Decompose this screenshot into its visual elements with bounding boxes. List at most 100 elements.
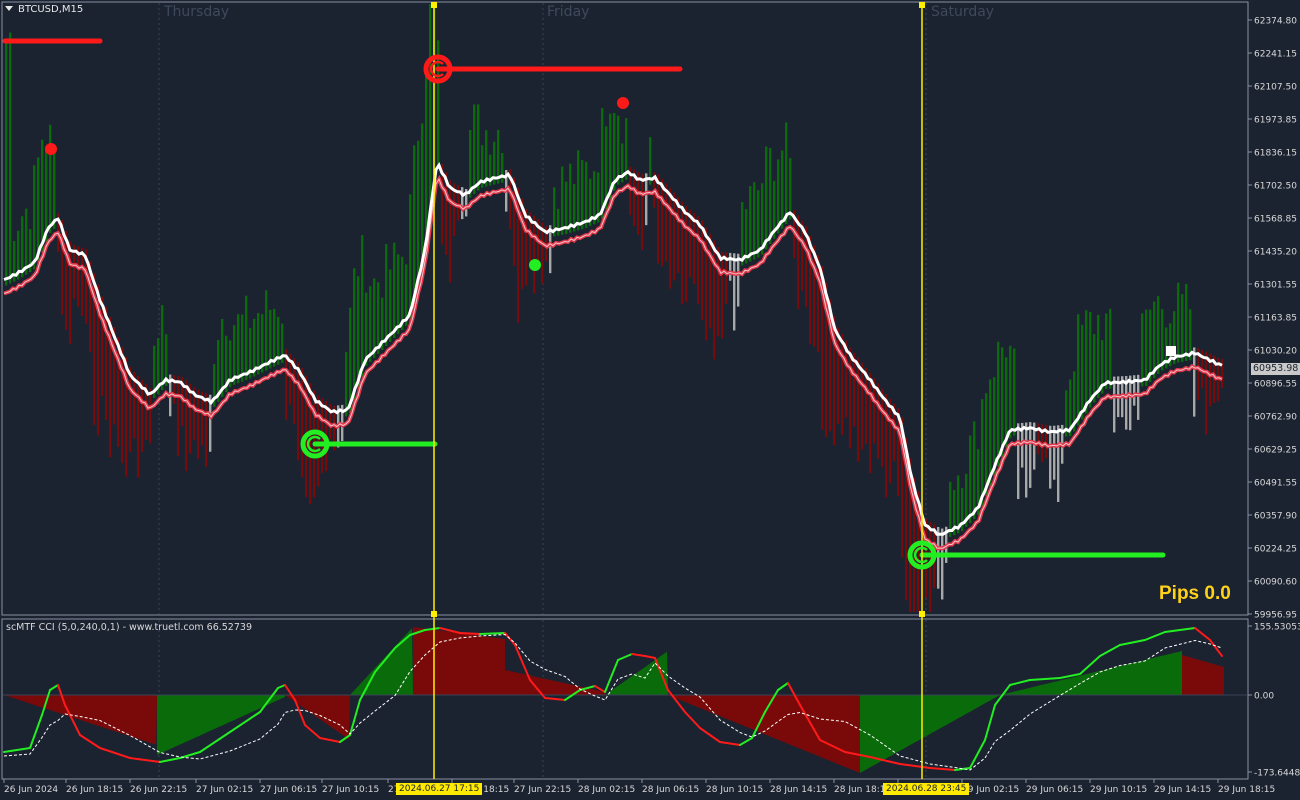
price-bar [205,393,208,467]
price-bar [1025,422,1028,498]
price-bar [533,215,536,294]
price-bar [1077,314,1080,426]
price-bar [985,393,988,497]
price-bar [1097,314,1100,399]
cci-histogram-segment [350,628,413,695]
price-bar [569,163,572,233]
price-tick-label: 60896.55 [1254,380,1297,390]
cci-fast-line [129,757,161,763]
time-tick-label: 29 Jun 18:15 [1218,785,1275,795]
vline-handle[interactable] [431,2,437,8]
price-bar [637,172,640,236]
cci-fast-line [49,684,59,691]
red-dot-marker-icon [45,143,57,155]
cci-fast-line [424,627,441,631]
cci-fast-line [304,724,321,739]
price-bar [765,146,768,250]
price-bar [601,108,604,219]
price-bar [1177,282,1180,363]
price-bar [797,215,800,309]
price-bar [685,206,688,303]
symbol-timeframe-label[interactable]: BTCUSD,M15 [18,4,83,15]
cci-fast-line [631,653,646,657]
price-bar [1141,313,1144,387]
price-bar [1181,294,1184,362]
price-bar [1185,283,1188,361]
price-bar [401,256,404,330]
time-tick-label: 26 Jun 22:15 [130,785,187,795]
price-bar [1157,296,1160,374]
price-bar [197,389,200,459]
price-bar [185,380,188,472]
cci-fast-line [1164,627,1196,633]
cci-histogram-segment [505,670,605,695]
price-bar [681,201,684,305]
price-tick-label: 61030.20 [1254,347,1297,357]
price-bar [221,318,224,397]
price-bar [1105,313,1108,389]
price-bar [473,104,476,195]
price-tick-label: 61568.85 [1254,215,1297,225]
price-bar [257,313,260,375]
price-bar [937,527,940,589]
vline-handle[interactable] [919,2,925,8]
dropdown-arrow-icon[interactable] [5,6,13,11]
time-axis: 26 Jun 2024 26 Jun 18:15 26 Jun 22:15 27 Ju… [3,779,1275,795]
cci-histogram-segment [1182,655,1224,695]
time-tick-label: 29 Jun 06:15 [1026,785,1083,795]
price-bar [1057,425,1060,503]
trading-chart[interactable]: 62374.80 62241.15 62107.50 61973.85 61836.15… [0,0,1300,800]
price-bar [697,216,700,305]
time-tick-label: 29 Jun 10:15 [1090,785,1147,795]
cci-fast-line [617,653,633,661]
day-separators [158,3,927,778]
price-tick-label: 60762.90 [1254,413,1297,423]
cci-fast-line [929,767,956,771]
cci-fast-line [544,697,566,701]
price-axis: 62374.80 62241.15 62107.50 61973.85 61836.15… [1248,17,1297,621]
price-bar [389,269,392,342]
time-tick-label: 28 Jun 02:15 [578,785,635,795]
price-bar [409,194,412,322]
price-tick-label: 60224.25 [1254,545,1297,555]
price-bar [525,209,528,286]
price-bar [1193,347,1196,417]
price-bar [141,380,144,452]
cci-histogram-segment [668,695,860,773]
price-bar [769,148,772,244]
price-bar [749,186,752,262]
price-bar [669,187,672,289]
price-bar [397,254,400,334]
price-tick-label: 62374.80 [1254,17,1297,27]
price-bar [657,174,660,264]
price-bar [385,244,388,346]
cci-fast-line [504,632,516,646]
cci-fast-line [159,757,181,763]
price-bar [25,208,28,275]
price-bar [1001,347,1004,457]
price-bar [33,165,36,270]
price-bar [789,158,792,220]
price-bar [1161,309,1164,371]
price-bar [693,212,696,285]
cci-histogram-segment [1000,651,1182,695]
price-bar [869,372,872,474]
price-tick-label: 61973.85 [1254,116,1297,126]
price-bar [585,161,588,228]
price-bar [641,173,644,250]
price-bar [73,245,76,299]
price-bar [1049,425,1052,489]
vline-handle[interactable] [919,611,925,617]
cci-histogram [3,627,1247,773]
price-bar [717,247,720,337]
vline-handle[interactable] [431,611,437,617]
price-bar [353,268,356,402]
price-bar [477,104,480,191]
cci-fast-line [99,747,131,759]
price-bar [645,173,648,226]
price-bar [1145,309,1148,386]
price-bar [1129,375,1132,431]
time-tick-label: 26 Jun 18:15 [66,785,123,795]
price-bar [665,183,668,262]
price-bar [369,286,372,362]
